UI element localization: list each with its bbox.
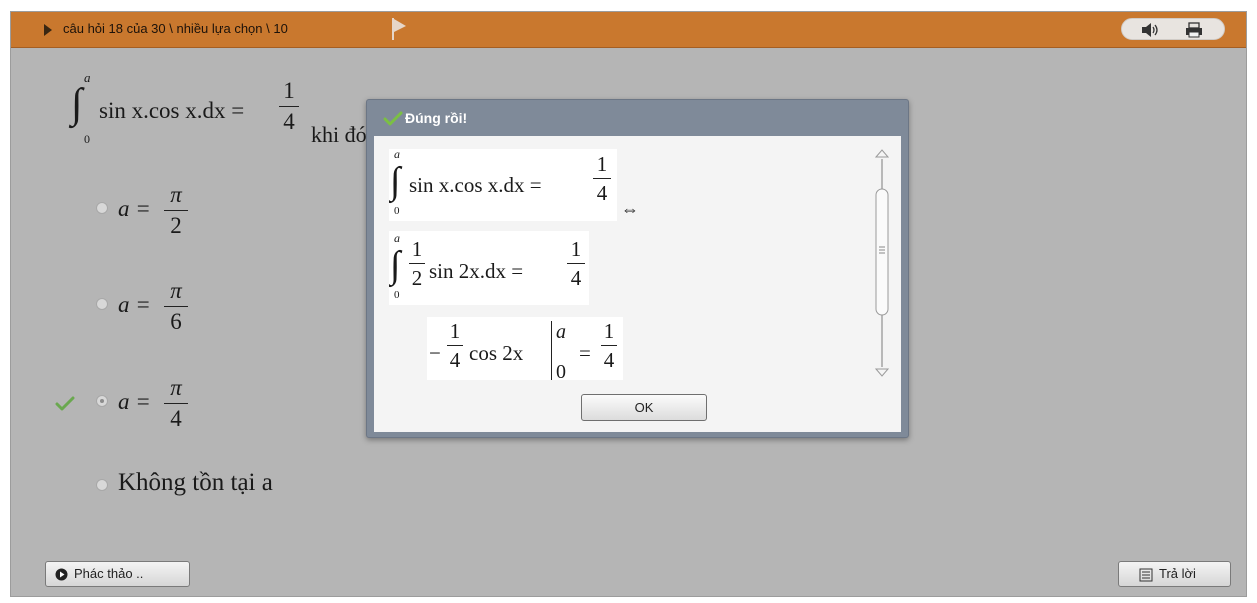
integral: ∫ a 0 xyxy=(71,70,95,152)
correct-check-icon xyxy=(55,396,75,411)
line1-num: 1 xyxy=(596,152,608,176)
option-fraction: π 4 xyxy=(164,375,188,432)
equivalence-symbol: ⇔ xyxy=(621,199,639,219)
line2-den: 4 xyxy=(570,266,582,290)
document-icon xyxy=(1139,568,1153,582)
line2-fraction: 1 4 xyxy=(567,237,585,290)
integral-sign: ∫ xyxy=(390,244,401,286)
dialog-title: Đúng rồi! xyxy=(405,110,468,126)
fraction-bar xyxy=(447,345,463,346)
integral-upper: a xyxy=(394,149,400,161)
rhs-fraction: 1 4 xyxy=(279,78,299,135)
line3-quarter-den: 4 xyxy=(449,348,461,372)
option-radio[interactable] xyxy=(96,479,108,491)
line3-fraction: 1 4 xyxy=(601,319,617,372)
option-2[interactable]: a = π 6 xyxy=(96,278,296,338)
solution-content: ∫ a 0 sin x.cos x.dx = 1 4 ⇔ ∫ a 0 1 2 s… xyxy=(389,149,869,380)
option-fraction: π 2 xyxy=(164,182,188,239)
line3-num: 1 xyxy=(603,319,615,343)
option-4[interactable]: Không tồn tại a xyxy=(96,467,396,527)
line2-expr: sin 2x.dx = xyxy=(429,259,524,283)
integral-sign: ∫ xyxy=(71,81,83,127)
option-num: π xyxy=(170,182,182,207)
fraction-bar xyxy=(409,263,425,264)
speaker-icon[interactable] xyxy=(1140,22,1160,38)
option-num: π xyxy=(170,278,182,303)
answer-button[interactable]: Trả lời xyxy=(1118,561,1231,587)
option-radio-selected[interactable] xyxy=(96,395,108,407)
printer-icon[interactable] xyxy=(1184,22,1204,38)
check-icon xyxy=(383,111,403,126)
option-1[interactable]: a = π 2 xyxy=(96,182,296,242)
integral-lower: 0 xyxy=(84,132,90,146)
line2-half-num: 1 xyxy=(411,237,423,261)
fraction-bar xyxy=(164,306,188,307)
line3-minus: − xyxy=(429,341,441,365)
fraction-bar xyxy=(601,345,617,346)
feedback-dialog: Đúng rồi! ∫ a 0 sin x.cos x.dx = 1 4 ⇔ ∫… xyxy=(366,99,909,438)
integral-upper: a xyxy=(394,231,400,245)
integral-lower: 0 xyxy=(394,205,400,217)
line3-quarter: 1 4 xyxy=(447,319,463,372)
option-lhs: a = xyxy=(118,292,151,317)
integral-sign: ∫ xyxy=(390,160,401,202)
fraction-bar xyxy=(279,106,299,107)
flag-icon[interactable] xyxy=(389,16,411,42)
integral-upper: a xyxy=(84,70,91,85)
dialog-title-bar: Đúng rồi! xyxy=(367,100,908,136)
line2-half-den: 2 xyxy=(411,266,423,290)
rhs-num: 1 xyxy=(283,78,295,103)
option-fraction: π 6 xyxy=(164,278,188,335)
line3-expr: cos 2x xyxy=(469,341,524,365)
line2-num: 1 xyxy=(570,237,582,261)
rhs-den: 4 xyxy=(283,109,295,134)
integral-lower: 0 xyxy=(394,289,400,301)
triangle-right-icon[interactable] xyxy=(44,24,52,36)
line2-half: 1 2 xyxy=(409,237,425,290)
dialog-body: ∫ a 0 sin x.cos x.dx = 1 4 ⇔ ∫ a 0 1 2 s… xyxy=(374,136,901,432)
line3-bar-lower: 0 xyxy=(556,361,566,380)
fraction-bar xyxy=(567,263,585,264)
solution-line-3: − 1 4 cos 2x a 0 = 1 4 xyxy=(427,317,623,380)
vertical-scrollbar[interactable] xyxy=(875,149,889,377)
draft-button[interactable]: Phác thảo .. xyxy=(45,561,190,587)
option-den: 2 xyxy=(170,213,182,238)
fraction-bar xyxy=(164,403,188,404)
line3-eq: = xyxy=(579,341,591,365)
line1-fraction: 1 4 xyxy=(593,152,611,205)
option-lhs: a = xyxy=(118,389,151,414)
play-circle-icon xyxy=(55,568,68,581)
solution-line-2: ∫ a 0 1 2 sin 2x.dx = 1 4 xyxy=(389,231,589,305)
line1-den: 4 xyxy=(596,181,608,205)
breadcrumb: câu hỏi 18 của 30 \ nhiều lựa chọn \ 10 xyxy=(63,21,288,36)
line3-bar-upper: a xyxy=(556,321,566,343)
option-radio[interactable] xyxy=(96,202,108,214)
top-bar: câu hỏi 18 của 30 \ nhiều lựa chọn \ 10 xyxy=(11,12,1246,48)
option-3[interactable]: a = π 4 xyxy=(96,375,296,435)
answer-label: Trả lời xyxy=(1159,566,1196,581)
draft-label: Phác thảo .. xyxy=(74,566,144,581)
line3-quarter-num: 1 xyxy=(449,319,461,343)
solution-line-1: ∫ a 0 sin x.cos x.dx = 1 4 xyxy=(389,149,617,221)
fraction-bar xyxy=(593,178,611,179)
option-den: 6 xyxy=(170,309,182,334)
ok-button[interactable]: OK xyxy=(581,394,707,421)
option-den: 4 xyxy=(170,406,182,431)
line1-expr: sin x.cos x.dx = xyxy=(409,173,542,197)
fraction-bar xyxy=(164,210,188,211)
option-num: π xyxy=(170,375,182,400)
option-radio[interactable] xyxy=(96,298,108,310)
evaluation-bar xyxy=(551,321,552,380)
option-lhs: a = xyxy=(118,196,151,221)
integrand: sin x.cos x.dx = xyxy=(99,98,245,123)
line3-den: 4 xyxy=(603,348,615,372)
toolbar-pill xyxy=(1121,18,1225,40)
option-text: Không tồn tại a xyxy=(118,469,273,496)
